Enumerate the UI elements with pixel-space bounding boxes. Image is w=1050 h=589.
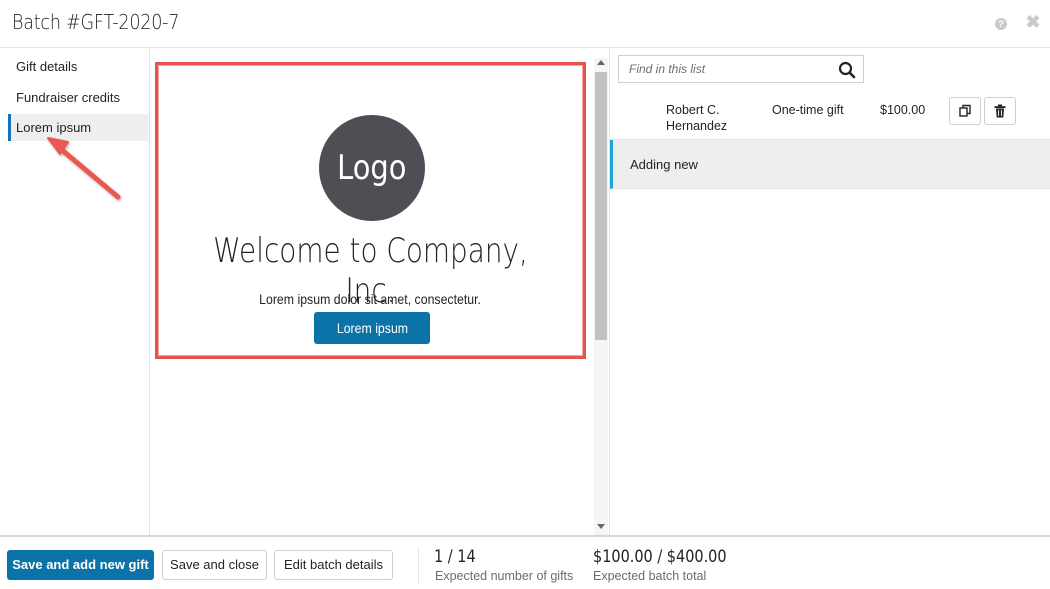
modal-header: Batch #GFT-2020-7 ? ✖ (0, 0, 1050, 48)
section-nav: Gift details Fundraiser credits Lorem ip… (0, 49, 150, 535)
preview-cta-button[interactable]: Lorem ipsum (314, 312, 430, 344)
scroll-down-arrow-icon[interactable] (597, 524, 605, 529)
modal-footer: Save and add new gift Save and close Edi… (0, 535, 1050, 589)
page-title: Batch #GFT-2020-7 (12, 10, 180, 34)
scroll-up-arrow-icon[interactable] (597, 60, 605, 65)
copy-button[interactable] (949, 97, 981, 125)
scroll-thumb[interactable] (595, 72, 607, 340)
close-icon[interactable]: ✖ (1025, 13, 1041, 31)
preview-body-text-value: Lorem ipsum dolor sit amet, consectetur. (259, 291, 482, 307)
nav-item-lorem-ipsum[interactable]: Lorem ipsum (8, 114, 148, 141)
delete-button[interactable] (984, 97, 1016, 125)
search-box (618, 55, 864, 83)
preview-card: Logo Welcome to Company, Inc. Lorem ipsu… (155, 62, 586, 359)
search-icon[interactable] (838, 61, 856, 79)
preview-panel: Logo Welcome to Company, Inc. Lorem ipsu… (150, 49, 594, 535)
donor-name: Robert C. Hernandez (666, 103, 728, 133)
gift-list-panel: Robert C. Hernandez One-time gift $100.0… (609, 49, 1050, 535)
gift-count-value: 1 / 14 (434, 547, 483, 567)
adding-new-row[interactable]: Adding new (610, 140, 1050, 189)
gift-type: One-time gift (772, 103, 844, 117)
batch-total-text: $100.00 / $400.00 (593, 547, 727, 567)
company-logo: Logo (319, 115, 425, 221)
batch-total-value: $100.00 / $400.00 (593, 547, 750, 567)
preview-scrollbar[interactable] (594, 58, 608, 535)
search-input[interactable] (619, 56, 834, 82)
copy-icon (959, 104, 971, 117)
help-icon[interactable]: ? (995, 18, 1007, 30)
footer-divider (418, 547, 419, 583)
gift-count-text: 1 / 14 (434, 547, 476, 567)
gift-count-label: Expected number of gifts (435, 569, 574, 583)
preview-cta-label: Lorem ipsum (336, 320, 408, 336)
trash-icon (994, 104, 1006, 118)
logo-text: Logo (337, 148, 407, 188)
gift-amount: $100.00 (880, 103, 926, 117)
save-and-close-button[interactable]: Save and close (162, 550, 267, 580)
save-and-add-new-gift-button[interactable]: Save and add new gift (7, 550, 154, 580)
edit-batch-details-button[interactable]: Edit batch details (274, 550, 393, 580)
batch-total-label: Expected batch total (593, 569, 707, 583)
preview-body-text: Lorem ipsum dolor sit amet, consectetur. (158, 291, 583, 307)
adding-new-label: Adding new (630, 157, 698, 172)
nav-item-gift-details[interactable]: Gift details (8, 53, 148, 80)
nav-item-fundraiser-credits[interactable]: Fundraiser credits (8, 84, 148, 111)
table-row[interactable]: Robert C. Hernandez One-time gift $100.0… (610, 92, 1050, 140)
